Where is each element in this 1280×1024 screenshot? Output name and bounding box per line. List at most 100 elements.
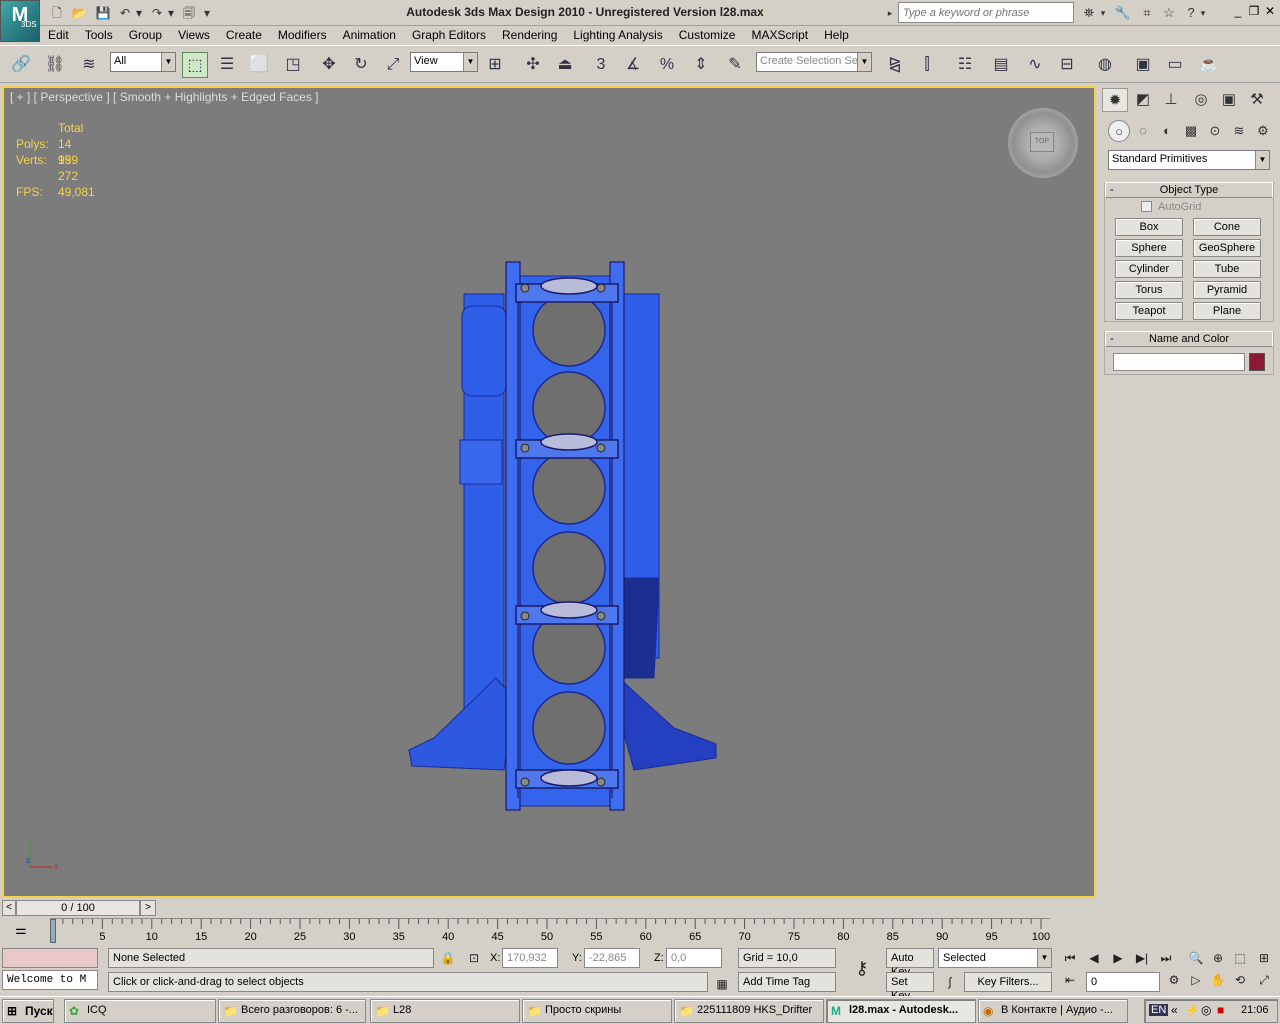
binoculars-icon[interactable]: ⛯ <box>1078 3 1100 23</box>
rectangular-selection-icon[interactable]: ⬜ <box>246 52 272 78</box>
utilities-tab-icon[interactable]: ⚒ <box>1244 88 1270 112</box>
zoom-extents-icon[interactable]: ⬚ <box>1230 948 1250 968</box>
helpers-icon[interactable]: ⊙ <box>1204 120 1226 142</box>
menu-group[interactable]: Group <box>121 27 170 43</box>
render-setup-icon[interactable]: ▣ <box>1130 52 1156 78</box>
selection-lock-icon[interactable]: 🔒 <box>438 948 458 968</box>
select-object-icon[interactable]: ⬚ <box>182 52 208 78</box>
snaps-toggle-icon[interactable]: 3 <box>588 52 614 78</box>
key-tangent-icon[interactable]: ∫ <box>940 972 960 992</box>
x-coord-field[interactable]: 170,932 <box>502 948 558 968</box>
tray-app-icon[interactable]: ◎ <box>1201 1003 1211 1017</box>
menu-graph-editors[interactable]: Graph Editors <box>404 27 494 43</box>
select-and-link-icon[interactable]: 🔗 <box>8 52 34 78</box>
communication-icon[interactable]: ⌗ <box>1136 3 1158 23</box>
start-button[interactable]: ⊞ Пуск <box>2 999 54 1023</box>
time-tag-icon[interactable]: ▦ <box>712 974 732 994</box>
go-to-start-icon[interactable]: ⏮ <box>1060 948 1080 968</box>
task-hks-drifter-folder[interactable]: 📁 225111809 HKS_Drifter <box>674 999 824 1023</box>
create-tab-icon[interactable]: ✹ <box>1102 88 1128 112</box>
schematic-view-icon[interactable]: ⊟ <box>1054 52 1080 78</box>
favorites-star-icon[interactable]: ☆ <box>1158 3 1180 23</box>
maxscript-mini-listener-top[interactable] <box>2 948 98 968</box>
next-frame-icon[interactable]: ▶| <box>1132 948 1152 968</box>
absolute-relative-toggle-icon[interactable]: ⊡ <box>464 948 484 968</box>
task-screenshots-folder[interactable]: 📁 Просто скрины <box>522 999 672 1023</box>
set-key-mode-icon[interactable]: ⚷ <box>846 958 878 978</box>
undo-dropdown-icon[interactable]: ▾ <box>134 4 144 22</box>
reference-coordinate-dropdown[interactable]: View ▼ <box>410 52 478 72</box>
app-logo-button[interactable]: M 3DS <box>0 0 40 42</box>
select-and-scale-icon[interactable]: ⤢ <box>380 52 406 78</box>
layer-manager-icon[interactable]: ☷ <box>952 52 978 78</box>
mini-curve-editor-icon[interactable]: ⚌ <box>10 922 32 940</box>
cone-button[interactable]: Cone <box>1193 218 1261 236</box>
material-editor-icon[interactable]: ◍ <box>1092 52 1118 78</box>
selection-filter-dropdown[interactable]: All ▼ <box>110 52 176 72</box>
cameras-icon[interactable]: ▩ <box>1180 120 1202 142</box>
display-tab-icon[interactable]: ▣ <box>1216 88 1242 112</box>
track-bar-ruler[interactable]: 5 10 15 20 25 30 35 40 45 50 55 60 65 70 75 80 85 90 95 100 <box>50 918 1050 946</box>
orbit-icon[interactable]: ⟲ <box>1230 970 1250 990</box>
graphite-modeling-icon[interactable]: ▤ <box>988 52 1014 78</box>
systems-icon[interactable]: ⚙ <box>1252 120 1274 142</box>
select-and-move-icon[interactable]: ✥ <box>316 52 342 78</box>
viewport-label[interactable]: [ + ] [ Perspective ] [ Smooth + Highlig… <box>10 90 319 104</box>
maximize-viewport-icon[interactable]: ⤢ <box>1254 970 1274 990</box>
time-marker[interactable] <box>50 919 56 943</box>
quick-access-dropdown-icon[interactable]: ▾ <box>200 4 214 22</box>
window-crossing-icon[interactable]: ◳ <box>280 52 306 78</box>
curve-editor-icon[interactable]: ∿ <box>1022 52 1048 78</box>
plane-button[interactable]: Plane <box>1193 302 1261 320</box>
select-and-rotate-icon[interactable]: ↻ <box>348 52 374 78</box>
tray-network-icon[interactable]: ⚡ <box>1185 1003 1200 1017</box>
restore-icon[interactable]: ❐ <box>1246 4 1262 20</box>
box-button[interactable]: Box <box>1115 218 1183 236</box>
menu-create[interactable]: Create <box>218 27 270 43</box>
viewcube-top-face[interactable]: TOP <box>1030 132 1054 152</box>
redo-icon[interactable]: ↷ <box>148 4 166 22</box>
menu-customize[interactable]: Customize <box>671 27 744 43</box>
viewcube[interactable]: TOP <box>1008 108 1078 178</box>
track-bar[interactable]: ⚌ 5 10 15 20 25 30 35 40 45 50 55 60 65 70 75 80 85 90 95 1… <box>0 918 1100 946</box>
key-filters-button[interactable]: Key Filters... <box>964 972 1052 992</box>
menu-modifiers[interactable]: Modifiers <box>270 27 335 43</box>
geometry-icon[interactable]: ○ <box>1108 120 1130 142</box>
cylinder-button[interactable]: Cylinder <box>1115 260 1183 278</box>
engine-block-model[interactable] <box>404 258 724 818</box>
task-l28-folder[interactable]: 📁 L28 <box>370 999 520 1023</box>
object-name-field[interactable] <box>1113 353 1245 371</box>
task-3dsmax[interactable]: Ml28.max - Autodesk... <box>826 999 976 1023</box>
align-icon[interactable]: ⫿ <box>914 52 940 78</box>
object-type-header[interactable]: - Object Type <box>1105 182 1273 198</box>
time-configuration-icon[interactable]: ⚙ <box>1164 970 1184 990</box>
angle-snap-icon[interactable]: ∡ <box>620 52 646 78</box>
task-vkontakte-browser[interactable]: ◉ В Контакте | Аудио -... <box>978 999 1128 1023</box>
field-of-view-icon[interactable]: ▷ <box>1186 970 1206 990</box>
previous-frame-icon[interactable]: ◀ <box>1084 948 1104 968</box>
save-file-icon[interactable]: 💾 <box>94 4 112 22</box>
tray-expand-icon[interactable]: « <box>1171 1003 1178 1017</box>
object-category-dropdown[interactable]: Standard Primitives ▼ <box>1108 150 1270 170</box>
maxscript-mini-listener[interactable]: Welcome to M <box>2 970 98 990</box>
project-folder-icon[interactable]: 🗐 <box>180 4 198 22</box>
geosphere-button[interactable]: GeoSphere <box>1193 239 1261 257</box>
named-selection-sets-dropdown[interactable]: Create Selection Se ▼ <box>756 52 872 72</box>
sphere-button[interactable]: Sphere <box>1115 239 1183 257</box>
tray-antivirus-icon[interactable]: ■ <box>1217 1003 1224 1017</box>
expand-arrow-icon[interactable]: ▸ <box>884 3 896 23</box>
menu-edit[interactable]: Edit <box>40 27 77 43</box>
modify-tab-icon[interactable]: ◩ <box>1130 88 1156 112</box>
bind-space-warp-icon[interactable]: ≋ <box>76 52 102 78</box>
search-dropdown-icon[interactable]: ▾ <box>1098 3 1108 23</box>
zoom-icon[interactable]: 🔍 <box>1186 948 1206 968</box>
spinner-snap-icon[interactable]: ⇕ <box>688 52 714 78</box>
key-mode-toggle-icon[interactable]: ⇤ <box>1060 970 1080 990</box>
pivot-center-icon[interactable]: ⊞ <box>482 52 508 78</box>
name-and-color-header[interactable]: - Name and Color <box>1105 331 1273 347</box>
unlink-icon[interactable]: ⛓ <box>42 52 68 78</box>
time-slider-next-icon[interactable]: > <box>140 900 156 916</box>
teapot-button[interactable]: Teapot <box>1115 302 1183 320</box>
menu-tools[interactable]: Tools <box>77 27 121 43</box>
menu-help[interactable]: Help <box>816 27 857 43</box>
